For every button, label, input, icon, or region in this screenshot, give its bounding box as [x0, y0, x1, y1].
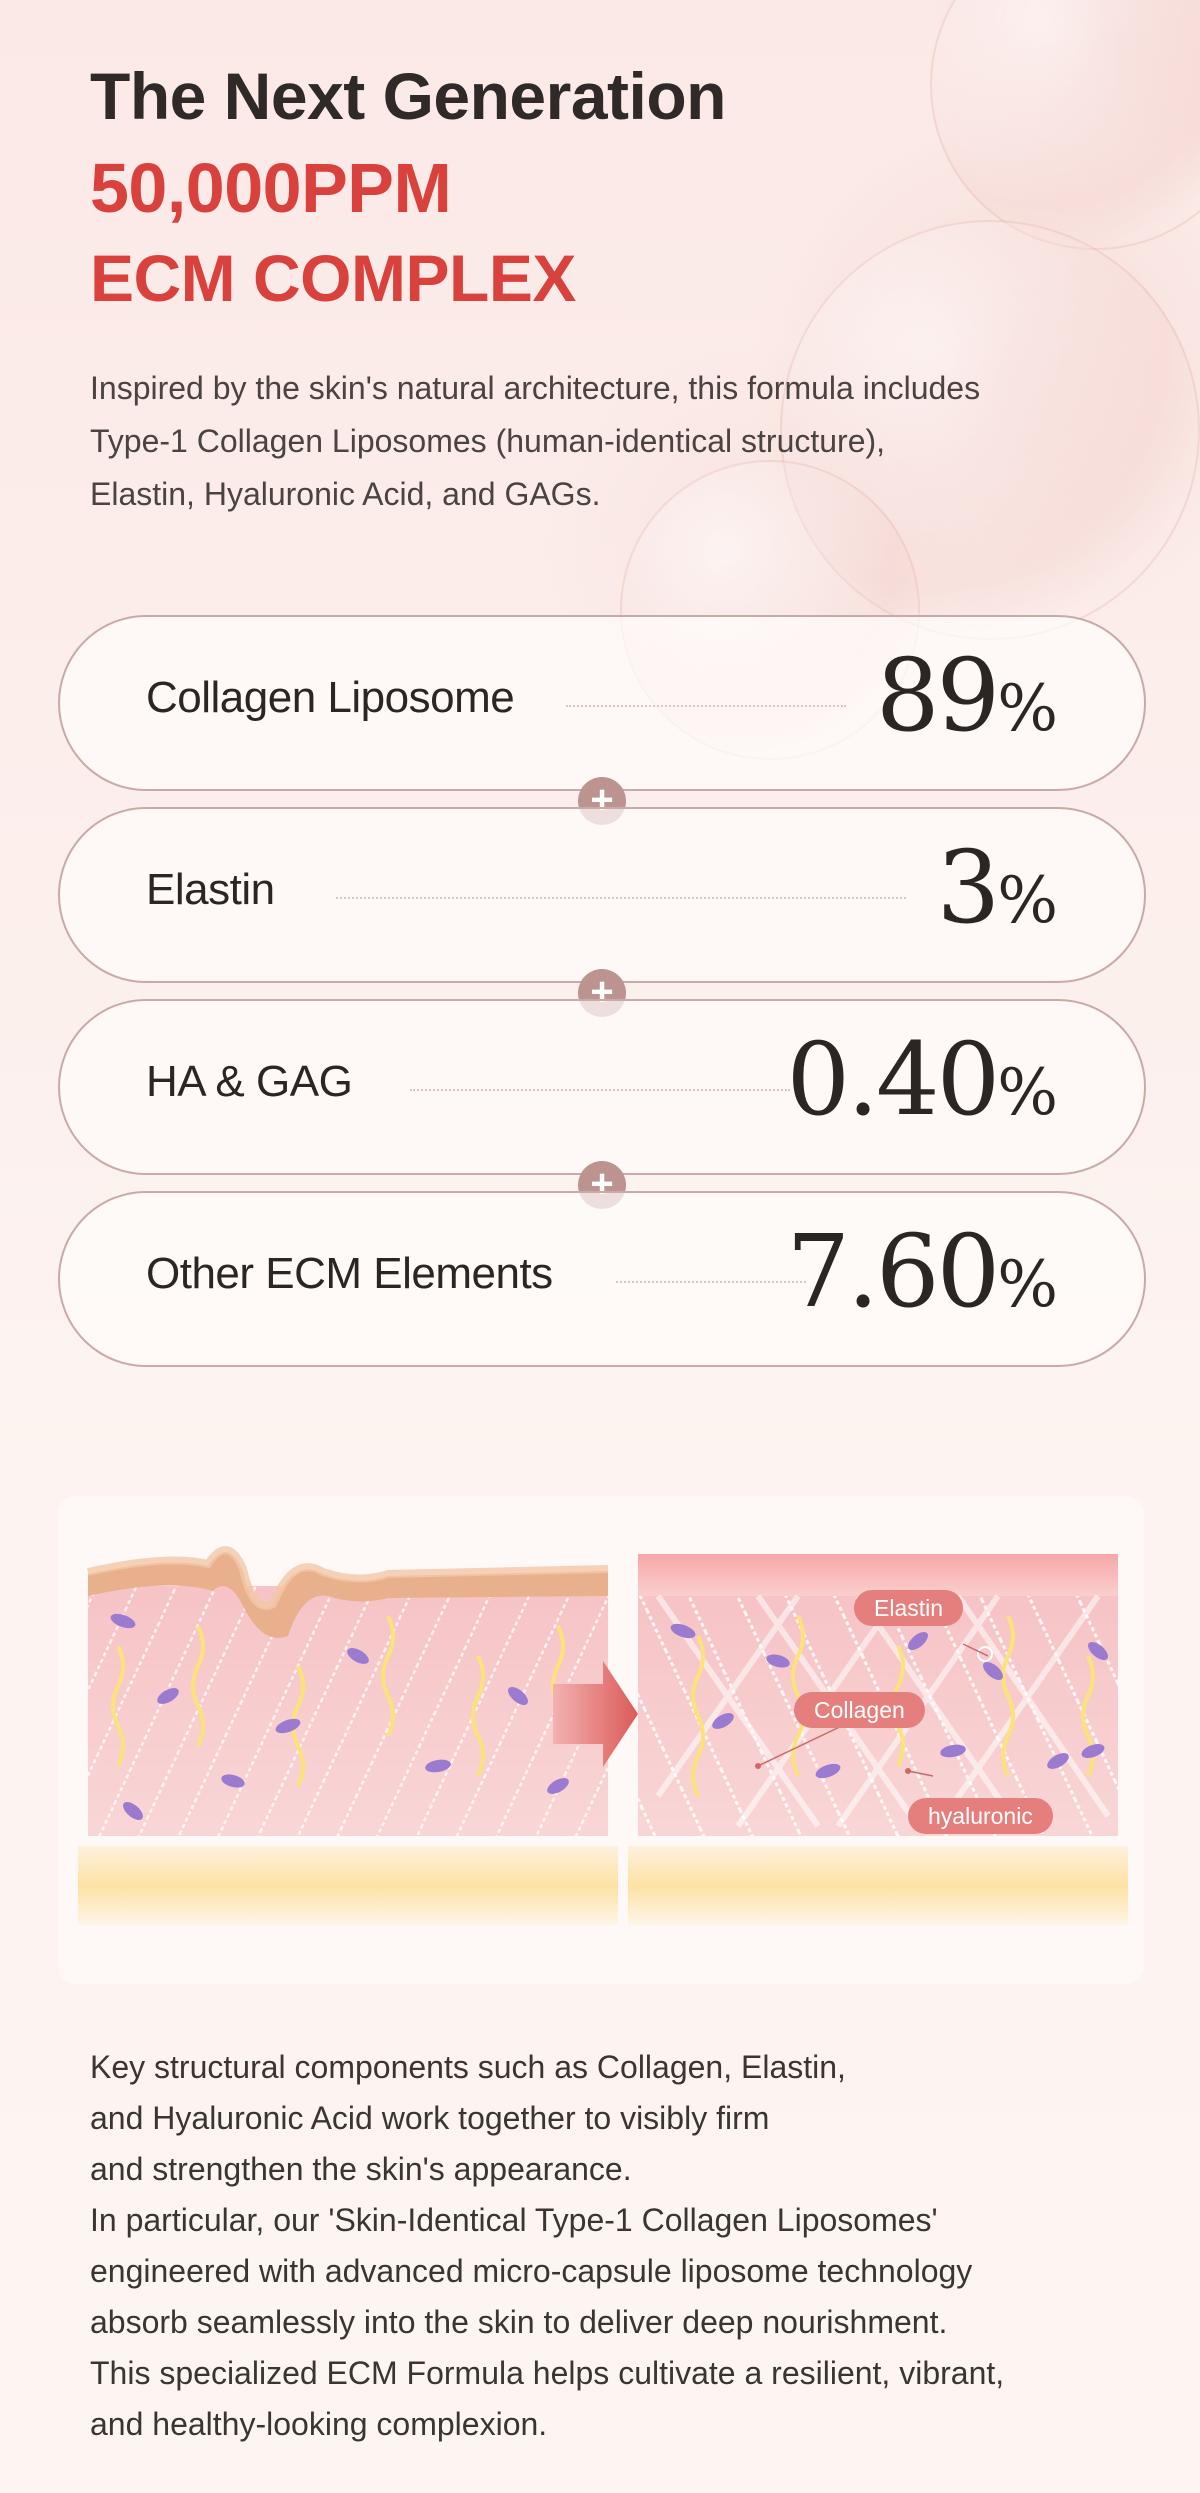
ingredient-percentage: 89% [876, 637, 1058, 754]
skin-illustration: Elastin Collagen hyaluronic [58, 1496, 1144, 1984]
percentage-number: 89 [875, 637, 1000, 754]
intro-line: Type-1 Collagen Liposomes (human-identic… [90, 423, 886, 459]
percent-sign: % [997, 672, 1058, 746]
ingredient-percentage: 7.60% [787, 1213, 1058, 1330]
ingredient-row-other-ecm: Other ECM Elements 7.60% [58, 1191, 1146, 1367]
description-line: and strengthen the skin's appearance. [90, 2151, 632, 2187]
complex-headline: ECM COMPLEX [90, 241, 576, 315]
dotted-leader [616, 1281, 806, 1283]
intro-paragraph: Inspired by the skin's natural architect… [90, 362, 1100, 521]
description-line: and Hyaluronic Acid work together to vis… [90, 2100, 770, 2136]
percent-sign: % [997, 864, 1058, 938]
ingredient-label: Other ECM Elements [146, 1249, 553, 1298]
ingredient-row-elastin: Elastin 3% [58, 807, 1146, 983]
ingredient-percentage: 3% [937, 829, 1058, 946]
skin-cross-section-svg [78, 1546, 1128, 1926]
dotted-leader [410, 1089, 790, 1091]
percentage-number: 0.40 [786, 1021, 1001, 1138]
intro-line: Elastin, Hyaluronic Acid, and GAGs. [90, 476, 601, 512]
description-line: absorb seamlessly into the skin to deliv… [90, 2304, 948, 2340]
description-line: In particular, our 'Skin-Identical Type-… [90, 2202, 938, 2238]
percent-sign: % [997, 1248, 1058, 1322]
elastin-tag: Elastin [854, 1590, 964, 1626]
description-line: and healthy-looking complexion. [90, 2406, 548, 2442]
percentage-number: 3 [936, 829, 1001, 946]
intro-line: Inspired by the skin's natural architect… [90, 370, 981, 406]
description-line: engineered with advanced micro-capsule l… [90, 2253, 973, 2289]
ingredient-label: Collagen Liposome [146, 673, 515, 722]
collagen-tag: Collagen [794, 1692, 925, 1728]
description-line: Key structural components such as Collag… [90, 2049, 846, 2085]
ingredient-percentage: 0.40% [787, 1021, 1058, 1138]
ingredient-label: HA & GAG [146, 1057, 353, 1106]
skin-before-icon [78, 1546, 618, 1926]
percent-sign: % [997, 1056, 1058, 1130]
ppm-headline: 50,000PPM [90, 149, 452, 227]
dotted-leader [566, 705, 846, 707]
dotted-leader [336, 897, 906, 899]
percentage-number: 7.60 [786, 1213, 1001, 1330]
description-line: This specialized ECM Formula helps culti… [90, 2355, 1005, 2391]
description-paragraph: Key structural components such as Collag… [90, 2042, 1110, 2450]
hyaluronic-tag: hyaluronic [908, 1798, 1053, 1834]
ingredient-row-collagen: Collagen Liposome 89% [58, 615, 1146, 791]
page-title: The Next Generation [90, 59, 726, 133]
ingredient-row-ha-gag: HA & GAG 0.40% [58, 999, 1146, 1175]
ingredient-label: Elastin [146, 865, 275, 914]
